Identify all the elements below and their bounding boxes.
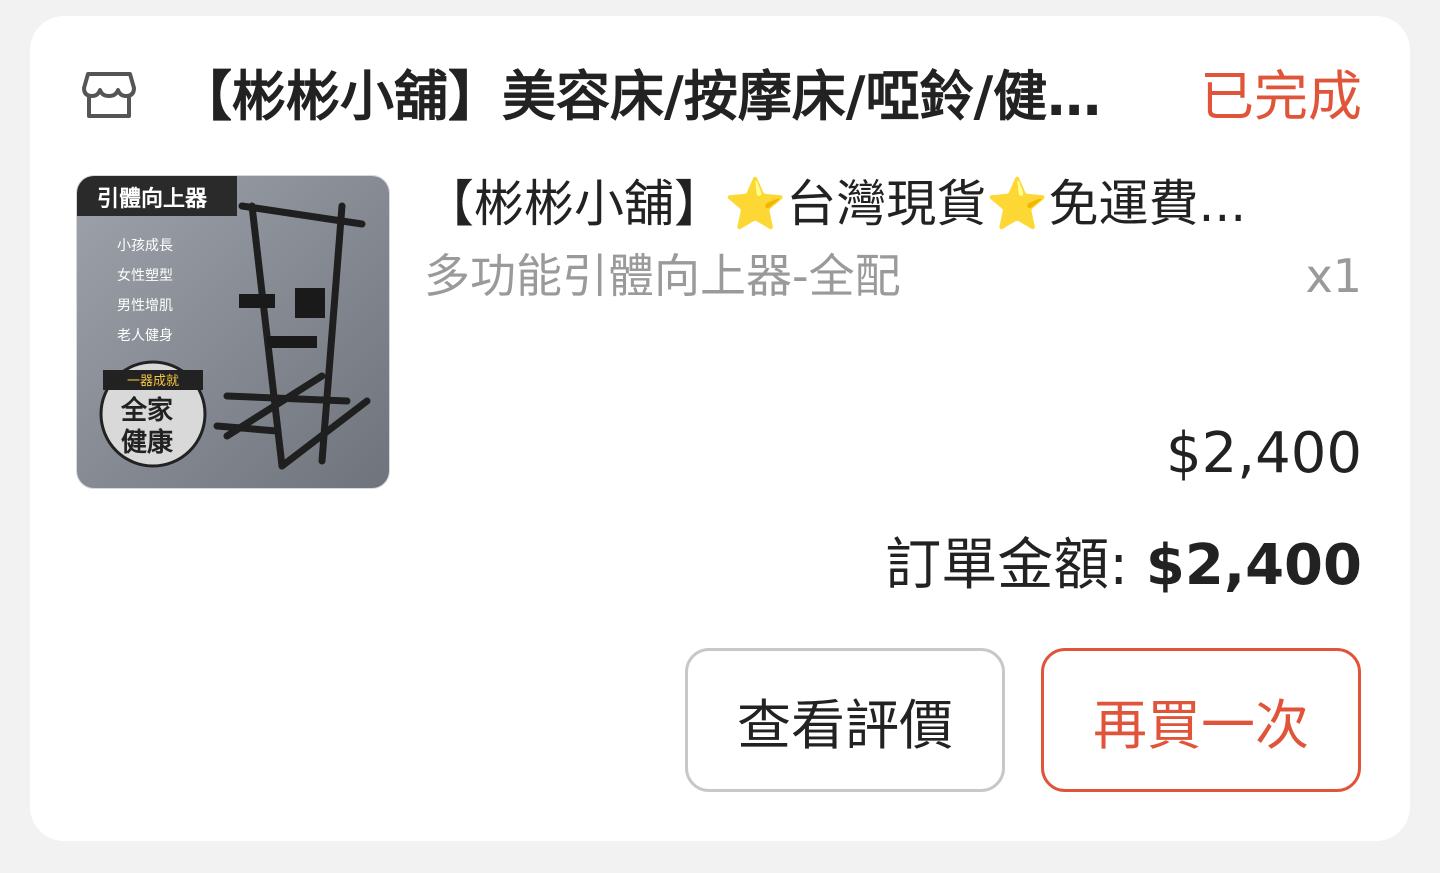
shop-name[interactable]: 【彬彬小舖】美容床/按摩床/啞鈴/健身...: [178, 62, 1108, 132]
order-header: 【彬彬小舖】美容床/按摩床/啞鈴/健身... 已完成: [82, 58, 1362, 138]
thumb-badge-top: 一器成就: [127, 374, 179, 389]
product-variant: 多功能引體向上器-全配: [424, 249, 901, 303]
thumb-banner: 引體向上器: [97, 186, 208, 212]
product-price: $2,400: [1166, 421, 1362, 486]
thumb-tag: 男性增肌: [117, 298, 173, 314]
order-status: 已完成: [1200, 65, 1362, 128]
thumb-tag: 老人健身: [117, 328, 173, 344]
shop-storefront-icon[interactable]: [82, 70, 136, 120]
order-card[interactable]: 【彬彬小舖】美容床/按摩床/啞鈴/健身... 已完成 引體向上器 小孩成長 女性…: [30, 16, 1410, 841]
thumb-tag: 小孩成長: [117, 238, 173, 254]
order-total: 訂單金額: $2,400: [885, 528, 1362, 604]
thumb-badge-line1: 全家: [120, 395, 173, 426]
thumb-tag: 女性塑型: [117, 267, 173, 284]
product-quantity: x1: [1305, 249, 1363, 303]
thumb-badge-line2: 健康: [121, 427, 174, 458]
buy-again-button[interactable]: 再買一次: [1041, 648, 1361, 792]
product-thumbnail[interactable]: 引體向上器 小孩成長 女性塑型 男性增肌 老人健身 一器成就 全家 健康: [76, 175, 390, 489]
order-total-label: 訂單金額:: [885, 533, 1146, 598]
order-total-amount: $2,400: [1145, 533, 1362, 598]
product-title[interactable]: 【彬彬小舖】⭐台灣現貨⭐免運費...: [424, 171, 1360, 237]
view-review-button[interactable]: 查看評價: [685, 648, 1005, 792]
